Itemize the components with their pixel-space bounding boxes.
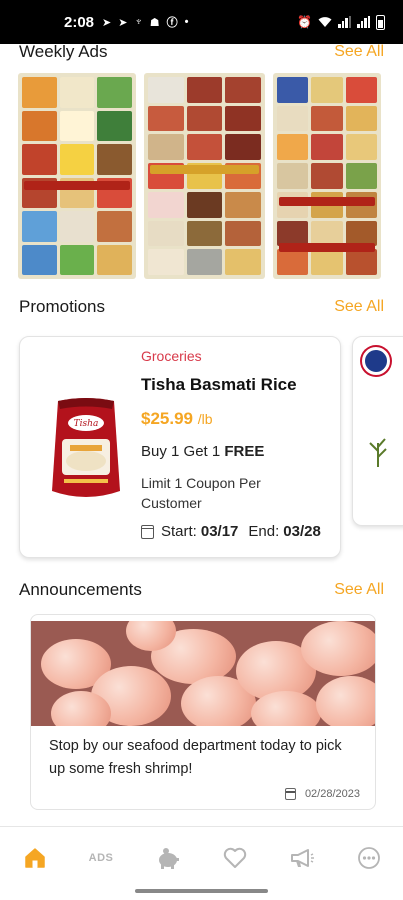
offer-text: Buy 1 Get 1 [141,443,225,460]
wifi-icon [318,17,332,27]
status-bar: 2:08 ➤ ➤ ♆ ☗ ⓕ • ⏰ [0,0,403,44]
weekly-ad-flyer[interactable] [273,73,381,279]
offer-free: FREE [224,443,265,460]
telegram-icon: ➤ [102,16,112,29]
promotions-header: Promotions See All [19,297,384,317]
weekly-ads-title: Weekly Ads [19,42,108,61]
promotion-limit: Limit 1 Coupon Per Customer [141,475,261,511]
announcement-date-value: 02/28/2023 [304,788,360,800]
start-label: Start: [161,523,197,540]
announcements-header: Announcements See All [19,580,384,600]
trophy-icon: ♆ [134,16,143,28]
weekly-ads-see-all-link[interactable]: See All [334,43,384,61]
hat-icon: ☗ [149,16,160,29]
nav-savings[interactable] [154,845,182,871]
nav-ads-label: ADS [88,852,114,864]
notification-icons: ➤ ➤ ♆ ☗ ⓕ • [102,14,188,30]
calendar-icon [284,788,296,800]
weekly-ad-flyer[interactable] [144,73,265,279]
promotion-dates: Start: 03/17 End: 03/28 [141,523,321,540]
announcements-title: Announcements [19,580,142,599]
nav-more[interactable] [355,845,383,871]
promotion-price: $25.99 /lb [141,409,213,429]
announcement-date: 02/28/2023 [284,788,360,800]
weekly-ads-carousel[interactable] [18,73,403,281]
heart-icon [223,847,247,868]
home-icon [25,848,45,868]
promotion-card[interactable]: Tisha Groceries Tisha Basmati Rice $25.9… [19,336,341,558]
shrimp-image [31,621,375,726]
start-date: 03/17 [200,523,239,540]
weekly-ads-header: Weekly Ads See All [19,42,384,62]
end-date: 03/28 [283,523,321,540]
announcement-text: Stop by our seafood department today to … [49,738,342,777]
signal-x-icon [338,16,351,28]
price-unit: /lb [197,411,213,427]
system-icons: ⏰ [297,14,385,30]
promotion-category: Groceries [141,348,202,364]
weekly-ad-flyer[interactable] [18,73,136,279]
brand-logo-text: Tisha [74,419,99,429]
usda-badge-icon [362,347,390,375]
promotion-card-next[interactable] [352,336,403,526]
status-time: 2:08 [64,13,95,31]
megaphone-icon [291,849,314,867]
home-indicator [135,889,268,893]
battery-icon [376,14,385,30]
nav-announcements[interactable] [288,845,316,871]
nav-ads[interactable]: ADS [87,845,115,871]
end-label: End: [248,523,280,540]
announcement-card[interactable]: Stop by our seafood department today to … [30,614,376,810]
promotion-offer: Buy 1 Get 1 FREE [141,443,264,460]
calendar-icon [141,524,154,539]
promotions-title: Promotions [19,297,105,316]
price-value: $25.99 [141,409,193,428]
announcements-see-all-link[interactable]: See All [334,581,384,599]
herb-icon [369,438,387,467]
promotion-product-name: Tisha Basmati Rice [141,375,297,394]
nav-favorites[interactable] [221,845,249,871]
more-icon [358,847,380,869]
nav-home[interactable] [21,845,49,871]
signal-icon [357,16,370,28]
telegram-icon: ➤ [118,16,128,29]
alarm-icon: ⏰ [297,15,312,29]
promotions-see-all-link[interactable]: See All [334,298,384,316]
facebook-icon: ⓕ [166,17,178,29]
rice-bag-image: Tisha [52,398,120,497]
piggy-bank-icon [159,848,179,869]
dot-icon: • [184,16,189,28]
bottom-navigation: ADS [0,826,403,900]
